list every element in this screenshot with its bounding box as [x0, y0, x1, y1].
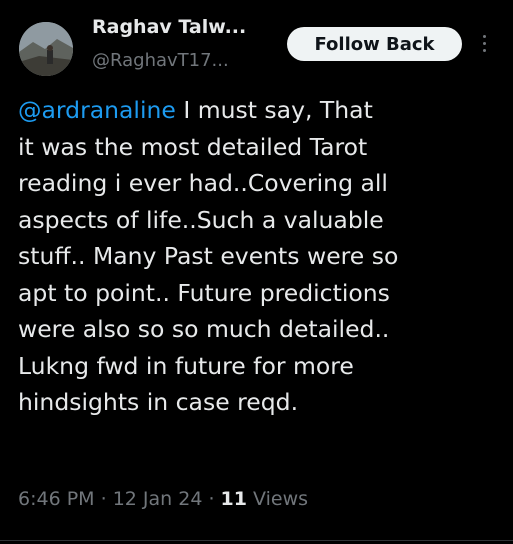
tweet-date[interactable]: 12 Jan 24 [113, 488, 203, 510]
tweet-time[interactable]: 6:46 PM [18, 488, 95, 510]
tweet-line: it was the most detailed Tarot [18, 132, 368, 161]
author-handle[interactable]: @RaghavT17... [92, 50, 229, 71]
views-label: Views [247, 488, 309, 510]
avatar-image [19, 22, 73, 76]
meta-separator: · [94, 488, 113, 510]
follow-back-button[interactable]: Follow Back [287, 27, 462, 61]
tweet-line-text: I must say, That [175, 96, 373, 124]
tweet-line: aspects of life..Such a valuable [18, 205, 384, 234]
tweet-line: @ardranaline I must say, That [18, 92, 503, 129]
tweet-line: reading i ever had..Covering all [18, 169, 388, 197]
more-vertical-icon[interactable] [478, 30, 490, 56]
tweet-line: were also so so much detailed.. [18, 315, 390, 343]
tweet-line: apt to point.. Future predictions [18, 278, 390, 307]
tweet-meta: 6:46 PM · 12 Jan 24 · 11 Views [18, 488, 308, 510]
views-count: 11 [220, 488, 247, 510]
avatar[interactable] [19, 22, 73, 76]
divider [0, 540, 513, 541]
tweet-line: stuff.. Many Past events were so [18, 242, 399, 270]
mention-link[interactable]: @ardranaline [18, 96, 176, 124]
tweet-text: @ardranaline I must say, That it was the… [18, 92, 503, 421]
tweet-line: Lukng fwd in future for more [18, 351, 354, 380]
meta-separator: · [202, 488, 221, 510]
author-name[interactable]: Raghav Talw... [92, 16, 246, 38]
tweet-line: hindsights in case reqd. [18, 388, 299, 416]
